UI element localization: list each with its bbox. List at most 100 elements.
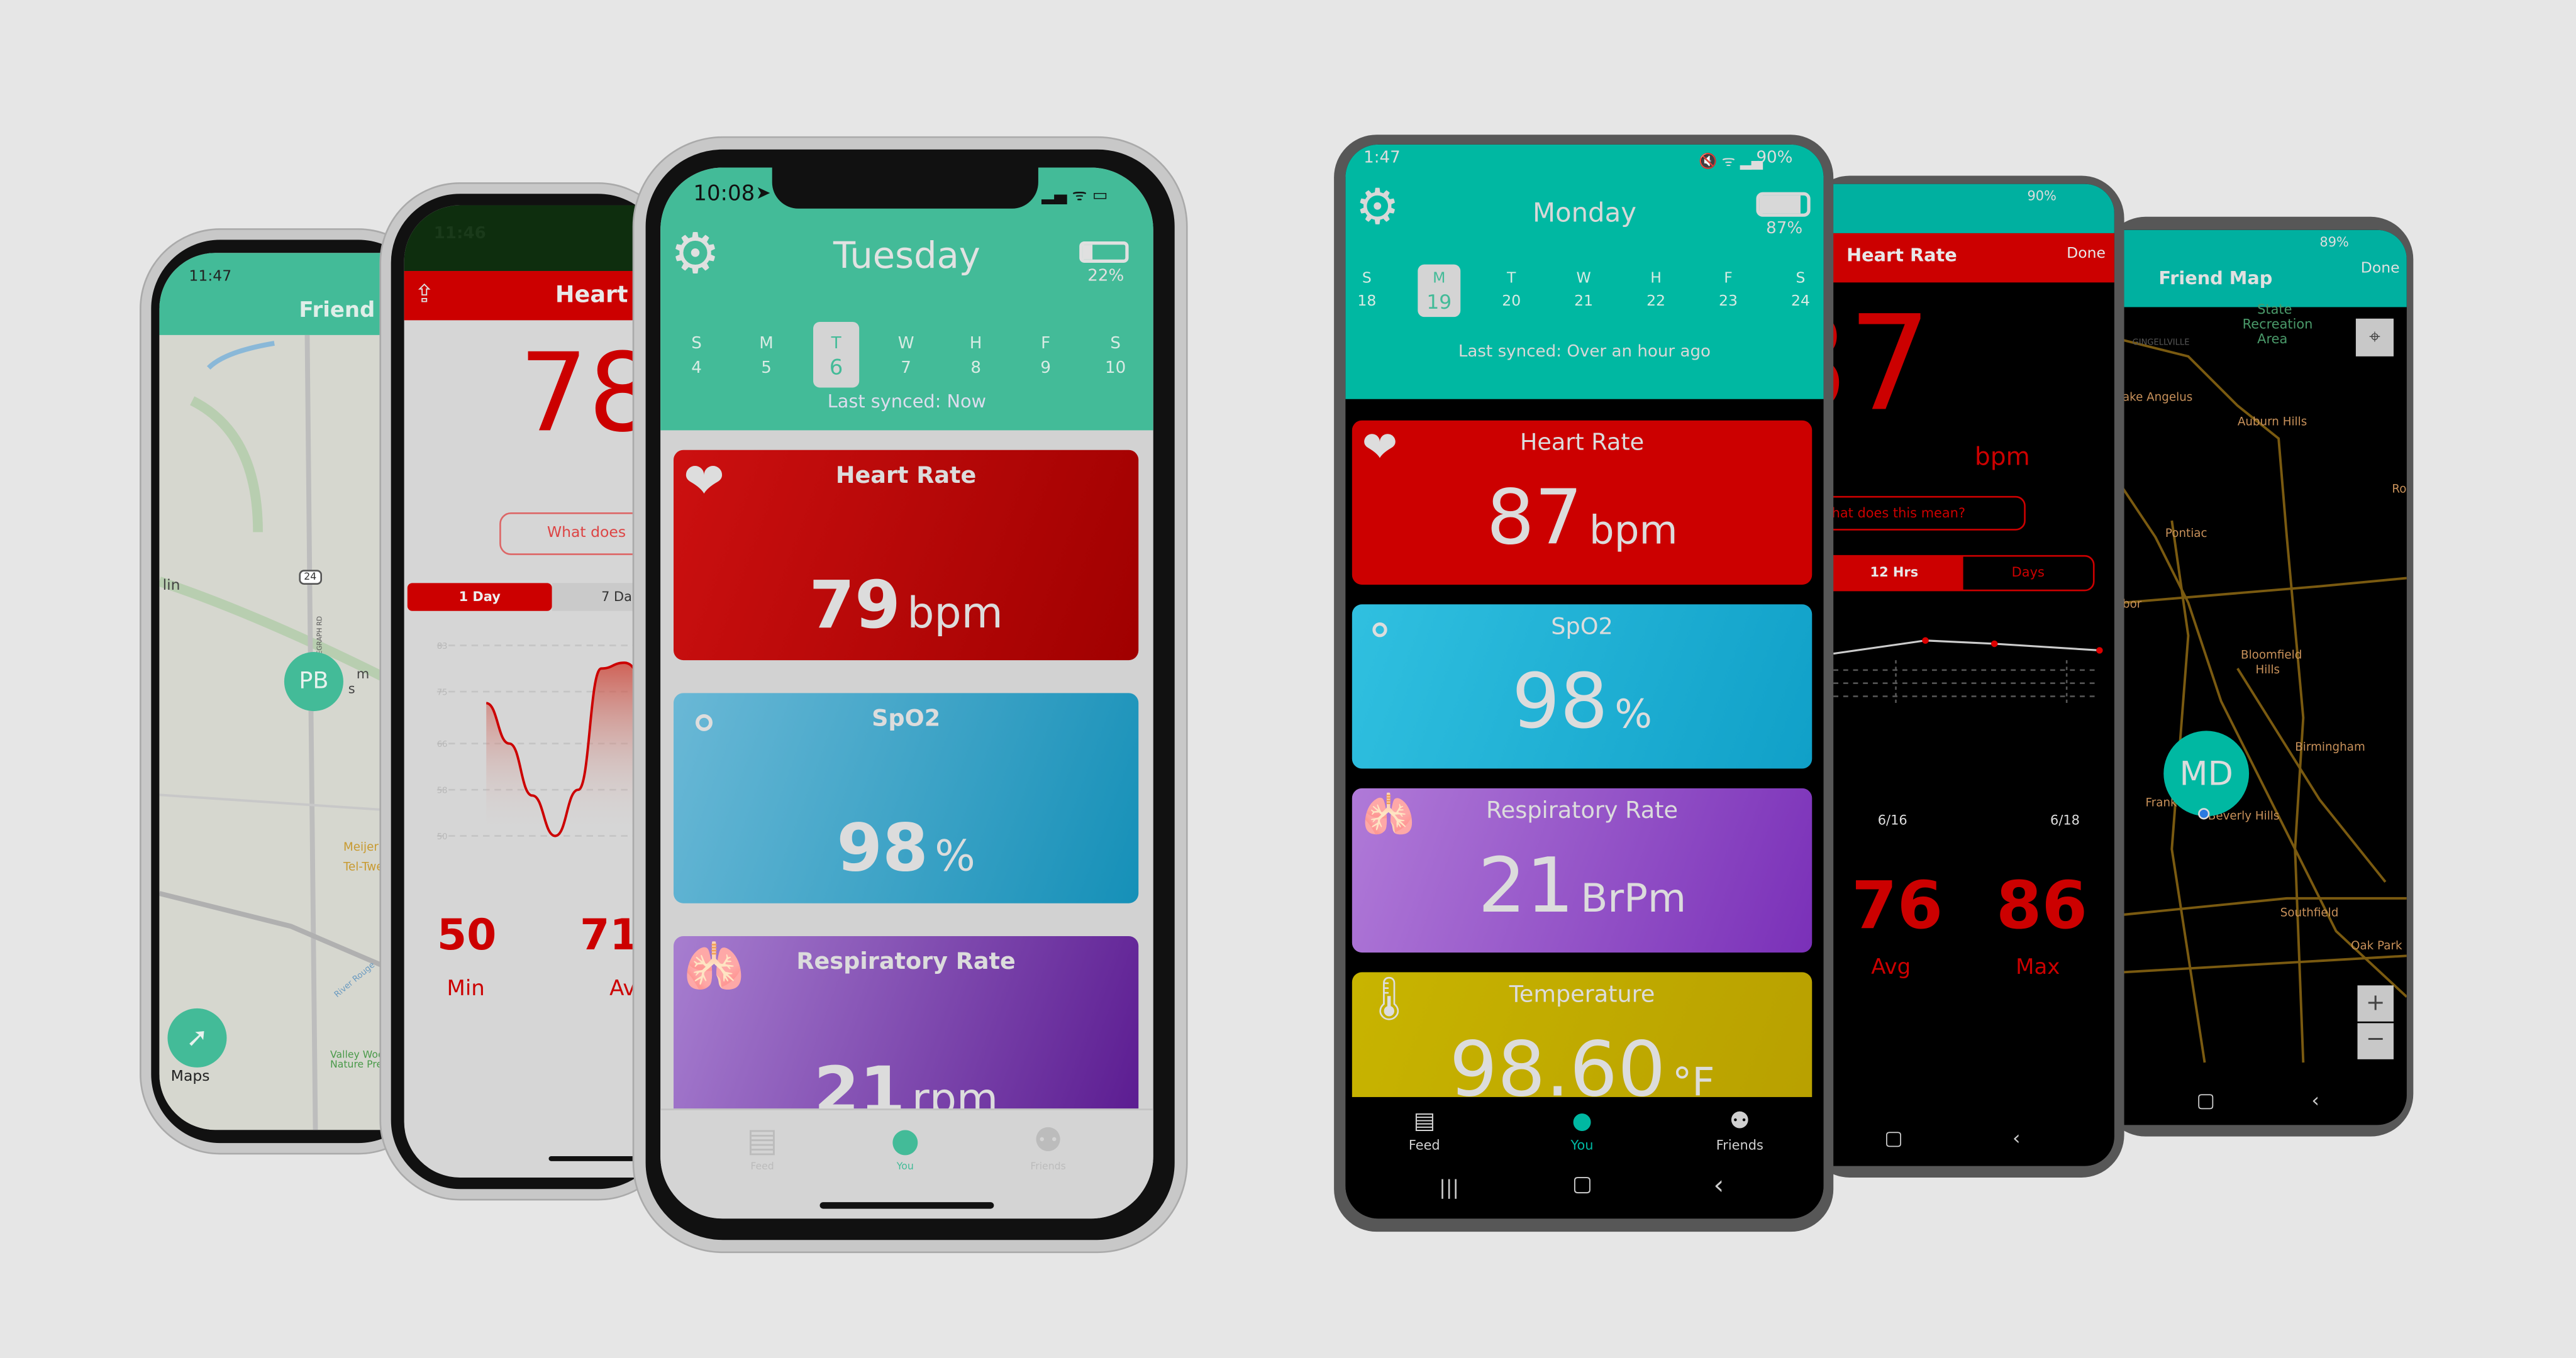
day-f-9[interactable]: F9: [1021, 332, 1070, 381]
tab-friends[interactable]: ⚉ Friends: [1690, 1110, 1789, 1153]
day-title: Monday: [1532, 197, 1636, 229]
newspaper-icon: ▤: [747, 1120, 778, 1160]
day-w-7[interactable]: W7: [881, 332, 930, 381]
y-tick-label: 83: [437, 642, 448, 651]
zoom-in-button[interactable]: +: [2357, 985, 2394, 1022]
day-letter: S: [1796, 271, 1806, 288]
day-h-22[interactable]: H 22: [1631, 268, 1680, 314]
map-label: bor: [2122, 597, 2142, 611]
day-letter: H: [1650, 271, 1662, 288]
poi-label[interactable]: Meijer: [343, 841, 379, 854]
tab-feed[interactable]: ▤ Feed: [713, 1123, 812, 1173]
map-label: lin: [162, 578, 180, 595]
card-heart-rate[interactable]: ❤ Heart Rate 79 bpm: [674, 450, 1139, 661]
locate-arrow-icon: ➚: [186, 1021, 208, 1053]
main-screen-ios: 10:08 ➤ ▂▄ ᯤ ▭ ⚙ Tuesday 22% S4M5T6W7H8F…: [660, 167, 1153, 1219]
home-nav-button[interactable]: ▢: [1572, 1173, 1592, 1197]
highway-shield: 24: [299, 570, 322, 585]
poi-label[interactable]: Nature Pre: [330, 1059, 382, 1071]
day-m-5[interactable]: M5: [741, 332, 791, 381]
day-f-23[interactable]: F 23: [1704, 268, 1753, 314]
card-title: SpO2: [1551, 614, 1613, 641]
tab-feed[interactable]: ▤ Feed: [1375, 1110, 1474, 1153]
crosshair-icon: ⌖: [2369, 325, 2380, 348]
map-label: Southfield: [2280, 906, 2339, 920]
zoom-out-button[interactable]: −: [2357, 1023, 2394, 1059]
signal-wifi-battery-icons: ▂▄ ᯤ ▭: [1041, 187, 1108, 206]
map-label: State: [2257, 302, 2292, 317]
day-s-4[interactable]: S4: [672, 332, 721, 381]
day-w-21[interactable]: W 21: [1559, 268, 1608, 314]
chart-svg: [1833, 637, 2103, 704]
day-s-18[interactable]: S 18: [1345, 268, 1391, 314]
day-letter: F: [1041, 334, 1051, 353]
chart-svg: 83 75 66 58 50: [436, 642, 651, 842]
tab-you[interactable]: ● You: [1533, 1110, 1631, 1153]
people-icon: ⚉: [1729, 1108, 1750, 1135]
day-t-20[interactable]: T 20: [1487, 268, 1536, 314]
back-nav-button[interactable]: ‹: [2311, 1089, 2319, 1112]
document-icon: ▤: [1413, 1108, 1436, 1135]
day-number: 23: [1719, 294, 1738, 311]
map-label: ake Angelus: [2122, 390, 2193, 404]
avatar-initials: MD: [2179, 753, 2233, 793]
card-unit: BrPm: [1580, 875, 1687, 922]
friend-avatar-marker[interactable]: PB: [284, 652, 343, 712]
tab-label: Friends: [1716, 1138, 1763, 1153]
card-value: 79 bpm: [809, 568, 1003, 644]
back-nav-button[interactable]: ‹: [2012, 1127, 2021, 1150]
heart-rate-screen-android: 90% Heart Rate Done 87 bpm hat does this…: [1826, 184, 2114, 1166]
person-icon: ●: [1572, 1108, 1592, 1135]
day-number: 20: [1502, 294, 1521, 311]
tab-you[interactable]: ● You: [856, 1123, 955, 1173]
back-nav-button[interactable]: ‹: [1714, 1169, 1724, 1201]
home-nav-button[interactable]: ▢: [2197, 1089, 2216, 1112]
last-synced: Last synced: Now: [827, 390, 987, 412]
heart-rate-screen: 11:46 ⇪ Heart 78 What does 1 Day 7 Da 83…: [404, 205, 651, 1178]
recents-nav-button[interactable]: |||: [1439, 1176, 1459, 1199]
poi-label[interactable]: Tel-Twe: [343, 861, 384, 874]
map-label: s: [348, 682, 355, 697]
status-icons: 🔇 ᯤ ▂▄: [1699, 154, 1763, 171]
tab-label: Feed: [750, 1161, 774, 1173]
friend-avatar-marker[interactable]: MD: [2163, 731, 2250, 817]
card-value: 98%: [836, 811, 975, 887]
my-location-button[interactable]: ⌖: [2355, 318, 2394, 356]
day-s-24[interactable]: S 24: [1776, 268, 1824, 314]
locate-button[interactable]: ➚: [167, 1008, 227, 1068]
card-spo2[interactable]: ⚬ SpO2 98%: [1352, 604, 1813, 769]
day-number: 10: [1105, 360, 1126, 378]
tab-label: You: [896, 1161, 914, 1173]
card-spo2[interactable]: ⚬ SpO2 98%: [674, 693, 1139, 903]
home-indicator: [548, 1156, 648, 1161]
day-number: 4: [691, 360, 702, 378]
card-heart-rate[interactable]: ❤ Heart Rate 87 bpm: [1352, 420, 1813, 585]
map-label: Hills: [2255, 663, 2280, 677]
avatar-initials: PB: [299, 668, 329, 695]
day-t-6[interactable]: T6: [811, 332, 860, 381]
maps-brand: Maps: [170, 1069, 210, 1086]
page-title: Friend Map: [2158, 267, 2273, 289]
home-nav-button[interactable]: ▢: [1884, 1127, 1903, 1150]
map-label: Birmingham: [2295, 741, 2365, 754]
day-m-19[interactable]: M 19: [1414, 268, 1463, 314]
x-tick-label: 6/16: [1877, 813, 1907, 828]
done-button[interactable]: Done: [2361, 261, 2400, 277]
day-s-10[interactable]: S 10: [1091, 332, 1140, 381]
day-number: 18: [1357, 294, 1377, 311]
card-value: 87 bpm: [1486, 473, 1678, 562]
day-letter: T: [831, 334, 841, 353]
stat-avg-value: 76: [1851, 868, 1943, 945]
people-icon: ⚉: [1033, 1120, 1063, 1160]
tab-friends[interactable]: ⚉ Friends: [999, 1123, 1097, 1173]
stat-max-label: Max: [2016, 956, 2060, 981]
device-battery-percent: 22%: [1087, 267, 1124, 286]
map-label: Pontiac: [2165, 527, 2207, 541]
card-unit: %: [935, 832, 975, 882]
data-point: [1990, 640, 1998, 648]
device-battery-icon: [1079, 241, 1129, 263]
card-respiratory-rate[interactable]: 🫁 Respiratory Rate 21 BrPm: [1352, 788, 1813, 953]
y-tick-label: 66: [437, 740, 448, 749]
day-h-8[interactable]: H8: [951, 332, 1000, 381]
day-number: 22: [1646, 294, 1666, 311]
